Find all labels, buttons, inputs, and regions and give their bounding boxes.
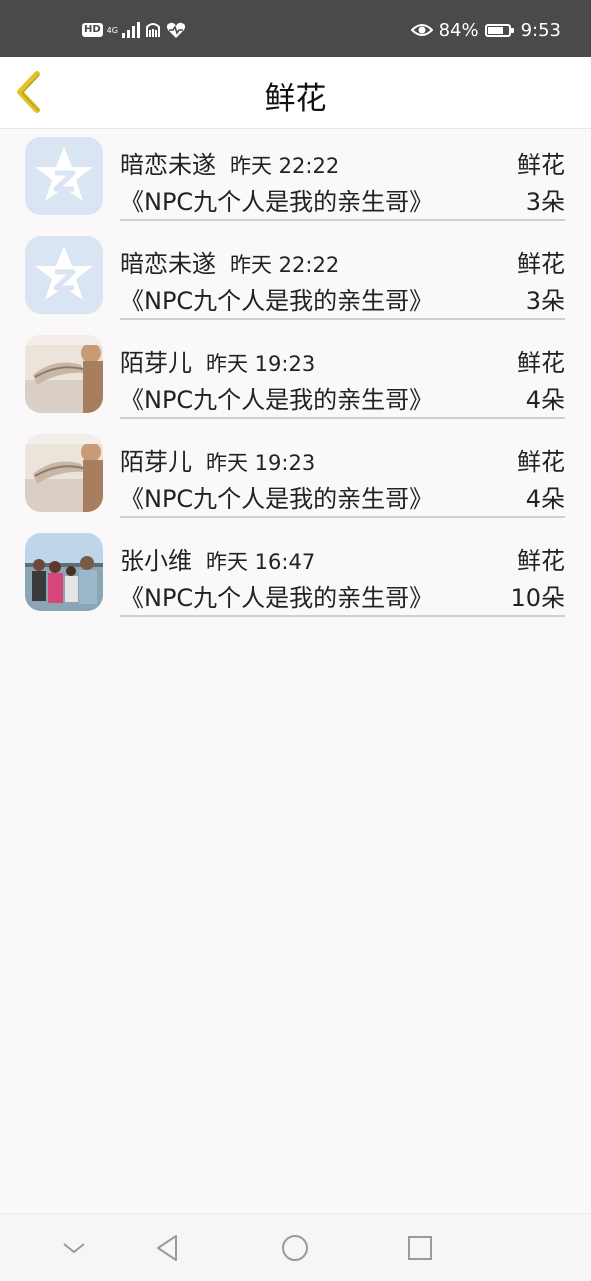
list-item[interactable]: 陌芽儿 昨天 19:23 鲜花《NPC九个人是我的亲生哥》 4朵 xyxy=(0,327,591,426)
status-bar: HD 4G 84% 9:53 xyxy=(0,0,591,57)
system-navigation-bar xyxy=(0,1213,591,1281)
clock: 9:53 xyxy=(520,19,561,41)
avatar[interactable] xyxy=(25,137,103,215)
user-name: 暗恋未遂 昨天 22:22 xyxy=(120,145,339,180)
hide-nav-button[interactable] xyxy=(58,1232,90,1264)
book-title: 《NPC九个人是我的亲生哥》 xyxy=(120,386,434,414)
status-icons-right: 84% 9:53 xyxy=(410,19,561,41)
list-item[interactable]: 暗恋未遂 昨天 22:22 鲜花《NPC九个人是我的亲生哥》 3朵 xyxy=(0,129,591,228)
record-content: 张小维 昨天 16:47 鲜花《NPC九个人是我的亲生哥》 10朵 xyxy=(120,525,565,617)
health-heart-icon xyxy=(166,22,186,38)
eye-comfort-icon xyxy=(410,24,433,36)
book-title: 《NPC九个人是我的亲生哥》 xyxy=(120,485,434,513)
book-title: 《NPC九个人是我的亲生哥》 xyxy=(120,188,434,216)
record-content: 陌芽儿 昨天 19:23 鲜花《NPC九个人是我的亲生哥》 4朵 xyxy=(120,426,565,518)
gift-type: 鲜花 xyxy=(517,547,565,575)
book-title: 《NPC九个人是我的亲生哥》 xyxy=(120,287,434,315)
user-name-text: 张小维 xyxy=(120,547,192,575)
gift-type: 鲜花 xyxy=(517,448,565,476)
record-content: 暗恋未遂 昨天 22:22 鲜花《NPC九个人是我的亲生哥》 3朵 xyxy=(120,228,565,320)
list-item[interactable]: 暗恋未遂 昨天 22:22 鲜花《NPC九个人是我的亲生哥》 3朵 xyxy=(0,228,591,327)
circle-home-icon xyxy=(282,1235,308,1261)
gift-count: 4朵 xyxy=(525,386,565,414)
battery-level xyxy=(487,26,503,34)
signal-icon xyxy=(121,22,140,38)
gift-time: 昨天 19:23 xyxy=(206,352,316,376)
user-name: 暗恋未遂 昨天 22:22 xyxy=(120,244,339,279)
user-name: 陌芽儿 昨天 19:23 xyxy=(120,442,315,477)
battery-icon xyxy=(484,23,514,37)
page-title: 鲜花 xyxy=(264,81,327,117)
hd-icon: HD xyxy=(82,23,103,37)
square-recents-icon xyxy=(408,1236,432,1260)
chevron-down-icon xyxy=(63,1243,85,1254)
gift-type: 鲜花 xyxy=(517,151,565,179)
gift-time: 昨天 19:23 xyxy=(206,451,316,475)
app-header: 鲜花 xyxy=(0,57,591,129)
record-content: 陌芽儿 昨天 19:23 鲜花《NPC九个人是我的亲生哥》 4朵 xyxy=(120,327,565,419)
user-name: 张小维 昨天 16:47 xyxy=(120,541,315,576)
list-item[interactable]: 张小维 昨天 16:47 鲜花《NPC九个人是我的亲生哥》 10朵 xyxy=(0,525,591,624)
book-title: 《NPC九个人是我的亲生哥》 xyxy=(120,584,434,612)
app-notification-icon xyxy=(145,23,160,37)
list-item[interactable]: 陌芽儿 昨天 19:23 鲜花《NPC九个人是我的亲生哥》 4朵 xyxy=(0,426,591,525)
record-content: 暗恋未遂 昨天 22:22 鲜花《NPC九个人是我的亲生哥》 3朵 xyxy=(120,129,565,221)
triangle-back-icon xyxy=(157,1235,177,1261)
gift-count: 10朵 xyxy=(510,584,565,612)
avatar[interactable] xyxy=(25,335,103,413)
battery-percent: 84% xyxy=(438,19,479,41)
gift-time: 昨天 16:47 xyxy=(206,550,316,574)
gift-type: 鲜花 xyxy=(517,250,565,278)
gift-count: 3朵 xyxy=(525,287,565,315)
gift-count: 3朵 xyxy=(525,188,565,216)
nav-home-button[interactable] xyxy=(279,1232,311,1264)
status-icons-left: HD 4G xyxy=(82,20,186,40)
nav-back-button[interactable] xyxy=(152,1232,184,1264)
user-name-text: 暗恋未遂 xyxy=(120,151,216,179)
gift-count: 4朵 xyxy=(525,485,565,513)
gift-type: 鲜花 xyxy=(517,349,565,377)
user-name-text: 暗恋未遂 xyxy=(120,250,216,278)
network-type: 4G xyxy=(106,25,118,35)
gift-record-list: 暗恋未遂 昨天 22:22 鲜花 《NPC九个人是我的亲生哥》 3朵 暗恋未遂 昨天 22… xyxy=(0,129,591,624)
user-name-text: 陌芽儿 xyxy=(120,448,192,476)
user-name: 陌芽儿 昨天 19:23 xyxy=(120,343,315,378)
avatar[interactable] xyxy=(25,434,103,512)
user-name-text: 陌芽儿 xyxy=(120,349,192,377)
avatar[interactable] xyxy=(25,236,103,314)
avatar[interactable] xyxy=(25,533,103,611)
gift-time: 昨天 22:22 xyxy=(230,253,340,277)
gift-time: 昨天 22:22 xyxy=(230,154,340,178)
nav-recents-button[interactable] xyxy=(404,1232,436,1264)
